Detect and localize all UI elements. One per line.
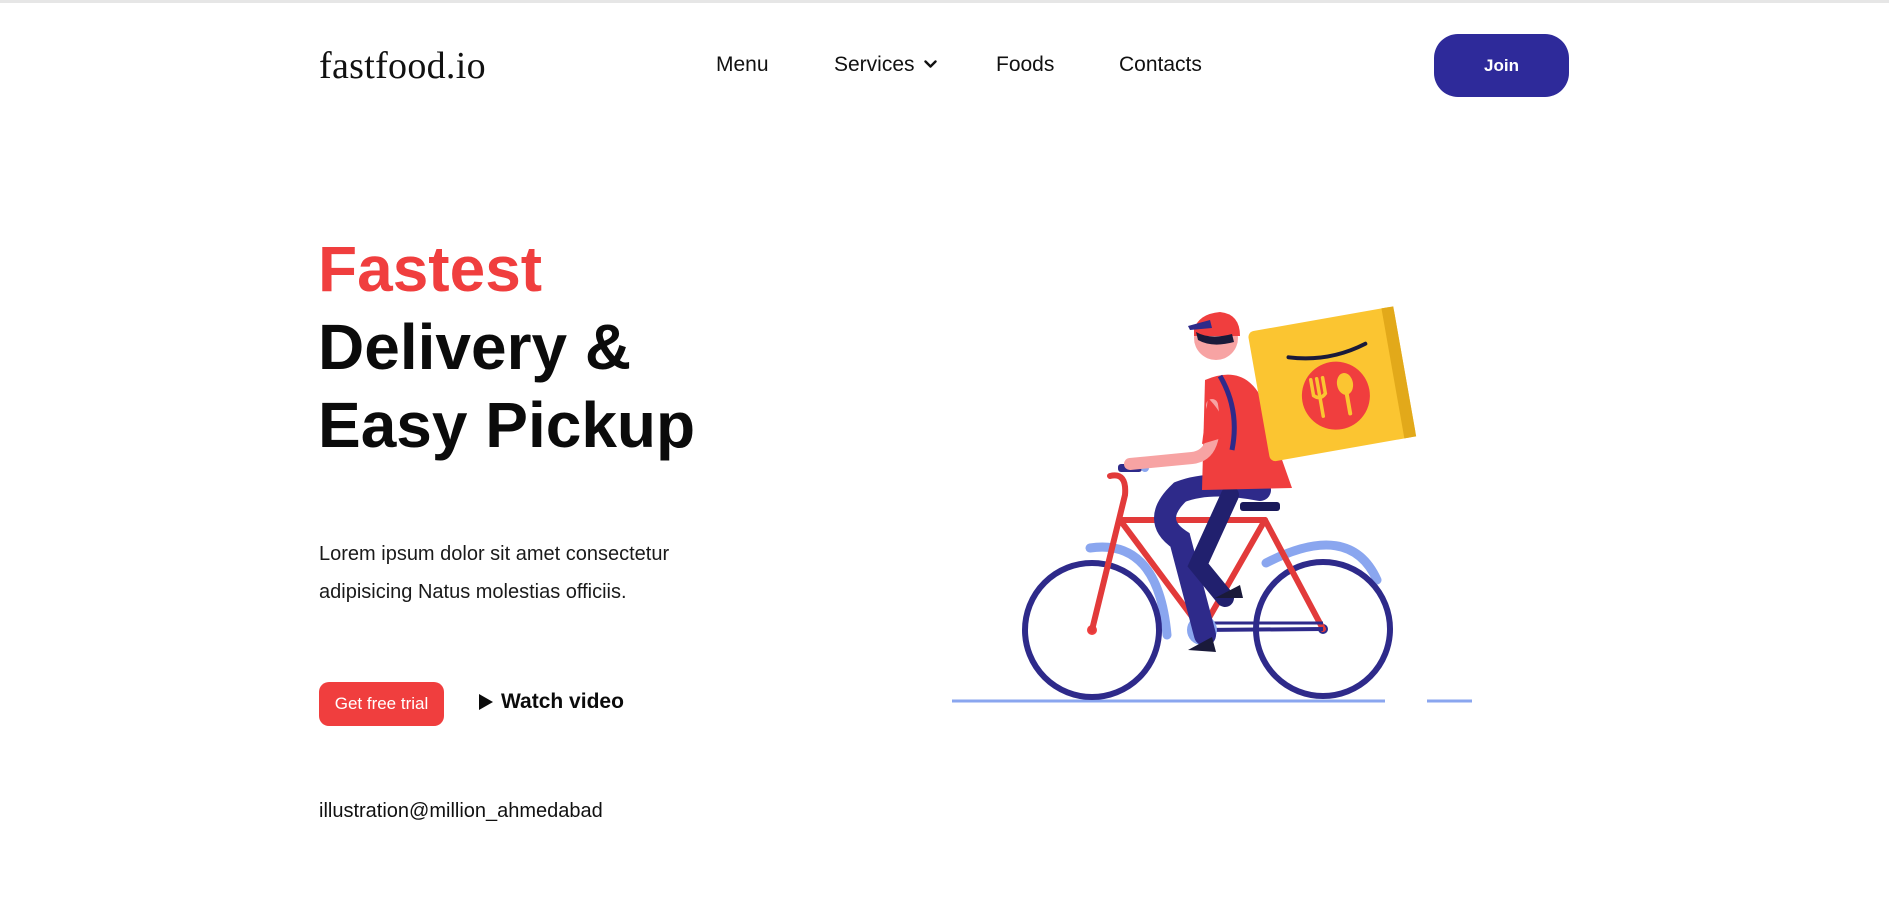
nav-item-services-label: Services: [834, 53, 915, 76]
nav-item-contacts[interactable]: Contacts: [1119, 53, 1202, 77]
nav-item-services[interactable]: Services: [834, 53, 938, 77]
get-free-trial-button[interactable]: Get free trial: [319, 682, 444, 726]
join-button[interactable]: Join: [1434, 34, 1569, 97]
chevron-down-icon: [924, 60, 938, 68]
hero-title: Fastest Delivery & Easy Pickup: [318, 230, 695, 464]
hero-title-accent: Fastest: [318, 233, 543, 305]
watch-video-link[interactable]: Watch video: [478, 690, 624, 714]
hero-description: Lorem ipsum dolor sit amet consectetur a…: [319, 543, 670, 603]
illustration-credit: illustration@million_ahmedabad: [319, 800, 603, 822]
hero-title-line-2: Easy Pickup: [318, 389, 696, 461]
nav-item-foods[interactable]: Foods: [996, 53, 1054, 77]
main-nav: Menu Services Foods Contacts: [0, 53, 1889, 81]
top-border: [0, 0, 1889, 3]
watch-video-label: Watch video: [501, 690, 624, 713]
hero-title-line-1: Delivery &: [318, 311, 632, 383]
play-icon: [479, 694, 493, 710]
delivery-cyclist-illustration: [952, 306, 1472, 703]
nav-item-menu[interactable]: Menu: [716, 53, 769, 77]
